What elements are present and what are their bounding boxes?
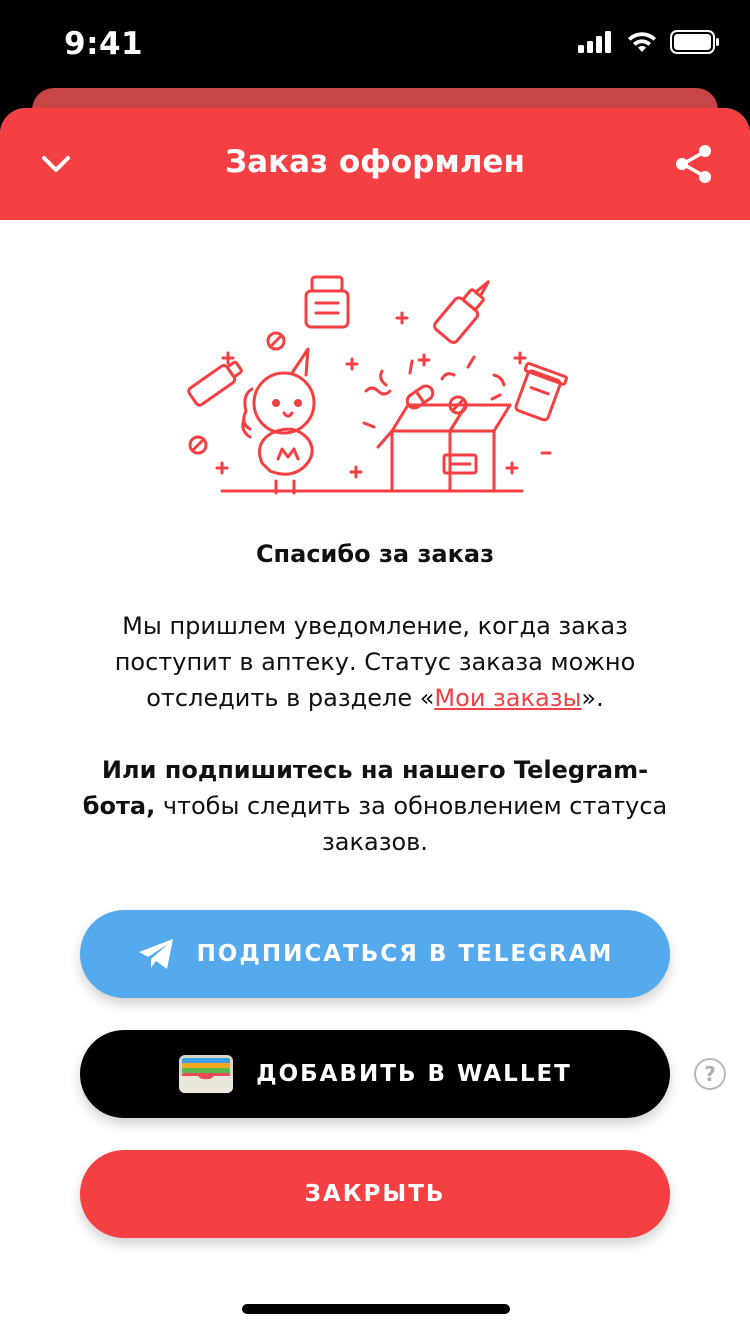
wifi-icon xyxy=(628,32,656,52)
add-to-wallet-button[interactable]: ДОБАВИТЬ В WALLET xyxy=(80,1030,670,1118)
home-indicator[interactable] xyxy=(242,1304,510,1314)
order-illustration xyxy=(187,275,568,495)
telegram-info-text: Или подпишитесь на нашего Telegram-бота,… xyxy=(70,752,680,860)
info-text-after: ». xyxy=(581,684,604,712)
battery-icon xyxy=(670,30,719,54)
wallet-help-button[interactable]: ? xyxy=(694,1058,726,1090)
status-icons xyxy=(578,30,720,54)
share-icon xyxy=(676,145,711,183)
status-time: 9:41 xyxy=(64,26,144,62)
page-title: Заказ оформлен xyxy=(225,144,525,180)
wallet-icon xyxy=(179,1055,234,1093)
close-label: ЗАКРЫТЬ xyxy=(304,1181,446,1207)
subscribe-telegram-label: ПОДПИСАТЬСЯ В TELEGRAM xyxy=(196,941,614,967)
telegram-info-rest: чтобы следить за обновлением статуса зак… xyxy=(155,792,668,856)
share-button[interactable] xyxy=(672,142,716,186)
telegram-icon xyxy=(138,939,173,969)
thanks-title: Спасибо за заказ xyxy=(255,540,495,568)
signal-icon xyxy=(578,31,611,53)
status-bar: 9:41 xyxy=(0,0,750,95)
add-to-wallet-label: ДОБАВИТЬ В WALLET xyxy=(256,1061,572,1087)
order-sheet: Заказ оформлен Спасибо за заказ Мы пришл… xyxy=(0,108,750,1338)
header: Заказ оформлен xyxy=(0,108,750,220)
subscribe-telegram-button[interactable]: ПОДПИСАТЬСЯ В TELEGRAM xyxy=(80,910,670,998)
close-button[interactable]: ЗАКРЫТЬ xyxy=(80,1150,670,1238)
info-text: Мы пришлем уведомление, когда заказ пост… xyxy=(70,608,680,716)
my-orders-link[interactable]: Мои заказы xyxy=(434,684,581,712)
